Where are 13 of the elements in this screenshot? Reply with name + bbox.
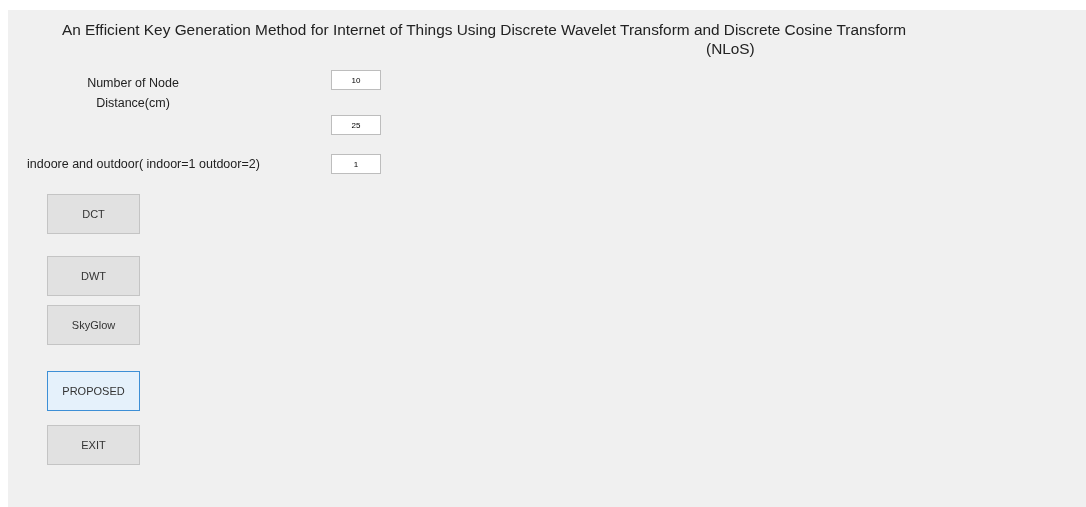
field-label: Distance(cm) bbox=[96, 96, 170, 110]
window-title: An Efficient Key Generation Method for Internet of Things Using Discrete Wavelet Transform and Discrete Cosine Transform bbox=[61, 20, 907, 39]
push-button[interactable]: SkyGlow bbox=[47, 305, 140, 345]
input-field[interactable]: 25 bbox=[331, 115, 381, 135]
push-button[interactable]: DCT bbox=[47, 194, 140, 234]
input-field[interactable]: 10 bbox=[331, 70, 381, 90]
input-field[interactable]: 1 bbox=[331, 154, 381, 174]
push-button[interactable]: EXIT bbox=[47, 425, 140, 465]
window-title: (NLoS) bbox=[705, 39, 756, 58]
field-label: indoore and outdoor( indoor=1 outdoor=2) bbox=[27, 157, 261, 171]
push-button[interactable]: DWT bbox=[47, 256, 140, 296]
field-label: Number of Node bbox=[87, 76, 179, 90]
push-button[interactable]: PROPOSED bbox=[47, 371, 140, 411]
